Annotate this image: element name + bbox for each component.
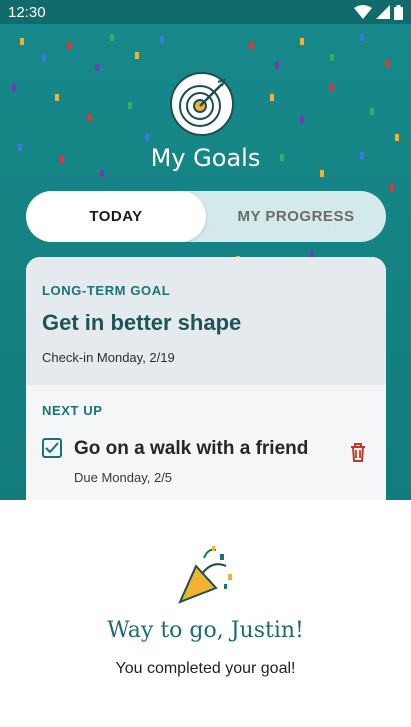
trash-icon[interactable]: [346, 440, 370, 464]
wifi-icon: [354, 5, 372, 19]
signal-icon: [376, 5, 390, 19]
goal-info: Go on a walk with a friend Due Monday, 2…: [74, 438, 346, 485]
goal-title[interactable]: Go on a walk with a friend: [74, 438, 346, 460]
long-term-goal-checkin: Check-in Monday, 2/19: [42, 350, 175, 365]
party-popper-icon: [178, 546, 232, 604]
checkbox-icon: [45, 442, 59, 454]
status-bar: 12:30: [0, 0, 411, 24]
goal-checkbox[interactable]: [42, 438, 62, 458]
next-up-label: NEXT UP: [42, 403, 103, 418]
status-time: 12:30: [8, 3, 46, 21]
next-up-section: NEXT UP Go on a walk with a friend Due M…: [26, 385, 386, 485]
battery-icon: [394, 4, 403, 20]
target-logo: [170, 72, 234, 136]
goals-card: LONG-TERM GOAL Get in better shape Check…: [26, 257, 386, 500]
tab-bar: TODAY MY PROGRESS: [26, 191, 386, 242]
celebration-sheet: Way to go, Justin! You completed your go…: [0, 500, 411, 727]
target-arrow-icon: [179, 78, 226, 127]
celebration-title: Way to go, Justin!: [107, 618, 304, 643]
celebration-subtitle: You completed your goal!: [115, 660, 296, 677]
long-term-goal-title[interactable]: Get in better shape: [42, 310, 370, 336]
status-icons: [354, 4, 403, 20]
long-term-goal-label: LONG-TERM GOAL: [42, 283, 171, 298]
next-up-item: Go on a walk with a friend Due Monday, 2…: [42, 438, 370, 485]
tab-my-progress[interactable]: MY PROGRESS: [206, 191, 386, 242]
long-term-goal-section: LONG-TERM GOAL Get in better shape Check…: [26, 257, 386, 385]
goal-due-date: Due Monday, 2/5: [74, 470, 173, 485]
tab-today[interactable]: TODAY: [26, 191, 206, 242]
page-title: My Goals: [150, 144, 261, 172]
